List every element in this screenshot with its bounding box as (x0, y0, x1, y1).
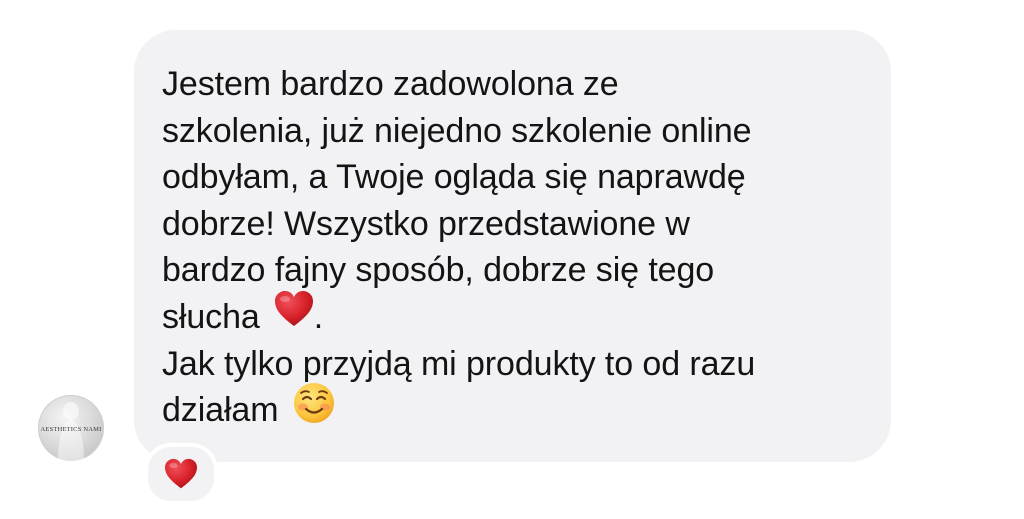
message-line-with-heart: słucha. (162, 291, 851, 341)
message-line: dobrze! Wszystko przedstawione w (162, 204, 690, 243)
avatar-logo-text: AESTHETICS NAMI (40, 426, 102, 433)
message-bubble[interactable]: Jestem bardzo zadowolona ze szkolenia, j… (134, 30, 891, 462)
message-line-text: słucha (162, 297, 260, 336)
message-line: Jak tylko przyjdą mi produkty to od razu (162, 344, 756, 383)
avatar[interactable]: AESTHETICS NAMI (38, 395, 104, 461)
red-heart-icon (274, 290, 314, 341)
message-line-text: działam (162, 391, 279, 430)
message-line: odbyłam, a Twoje ogląda się naprawdę (162, 158, 746, 196)
message-line: Jestem bardzo zadowolona ze (162, 65, 619, 103)
red-heart-icon (165, 458, 197, 489)
message-line: szkolenia, już niejedno szkolenie online (162, 111, 752, 150)
heart-reaction-badge[interactable] (144, 443, 218, 505)
smiling-face-icon (292, 381, 336, 438)
period: . (313, 297, 324, 336)
message-line: bardzo fajny sposób, dobrze się tego (162, 251, 715, 289)
message-line-with-smile: działam (162, 383, 851, 438)
